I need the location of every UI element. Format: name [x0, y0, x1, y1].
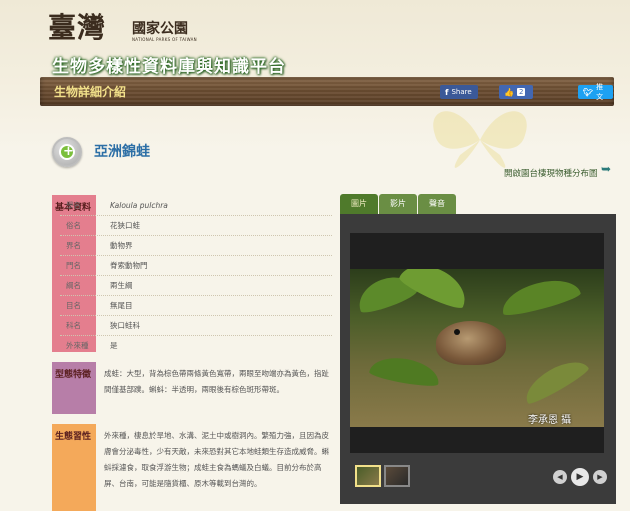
category-ecology: 生態習性: [52, 424, 96, 511]
like-count: 2: [516, 88, 526, 96]
row-value: 脊索動物門: [110, 261, 148, 270]
logo-subtitle: NATIONAL PARKS OF TAIWAN: [132, 37, 197, 42]
slideshow-controls: ◀ ▶ ▶: [553, 468, 607, 486]
row-key: 綱名: [66, 281, 81, 290]
row-value: 兩生綱: [110, 281, 133, 290]
row-key: 門名: [66, 261, 81, 270]
tab-videos[interactable]: 影片: [379, 194, 417, 214]
ecology-text: 外來種，棲息於旱地、水溝、泥土中或樹洞內。繁殖力強，且因為皮膚會分泌毒性，少有天…: [104, 431, 329, 488]
site-logo[interactable]: 臺灣 國家公園 NATIONAL PARKS OF TAIWAN: [48, 6, 248, 48]
section-label: 生物詳細介紹: [54, 85, 127, 99]
morphology-text: 成蛙：大型，背為棕色帶兩條黃色寬帶，兩眼至吻端亦為黃色，指趾間僅基部蹼。蝌蚪：半…: [104, 369, 329, 394]
facebook-share-button[interactable]: f Share: [440, 85, 478, 99]
previous-icon[interactable]: ◀: [553, 470, 567, 484]
row-key: 科名: [66, 321, 81, 330]
basic-row-family: 科名 狹口蛙科: [66, 316, 140, 336]
row-key: 俗名: [66, 221, 81, 230]
category-morphology: 型態特徵: [52, 362, 96, 414]
thumbs-up-icon: 👍: [504, 87, 514, 97]
media-panel: 李承恩 攝 ◀ ▶ ▶: [340, 214, 616, 504]
row-value: 狹口蛙科: [110, 321, 140, 330]
basic-row-scientific-name: 學名 Kaloula pulchra: [66, 196, 168, 216]
thumbnail-1[interactable]: [355, 465, 381, 487]
logo-main-text: 臺灣: [48, 11, 107, 44]
twitter-bird-icon: 🐦︎: [583, 87, 594, 97]
species-photo[interactable]: 李承恩 攝: [350, 269, 604, 427]
media-viewer: 李承恩 攝: [350, 233, 604, 453]
row-key: 外來種: [66, 341, 89, 350]
play-icon[interactable]: ▶: [571, 468, 589, 486]
row-value: Kaloula pulchra: [110, 201, 168, 210]
thumbnail-2[interactable]: [384, 465, 410, 487]
section-header-bar: 生物詳細介紹 f Share 👍 2 🐦︎ 推文: [40, 77, 614, 106]
facebook-share-label: Share: [451, 88, 472, 96]
row-key: 目名: [66, 301, 81, 310]
basic-row-common-name: 俗名 花狹口蛙: [66, 216, 140, 236]
basic-row-phylum: 門名 脊索動物門: [66, 256, 148, 276]
tab-photos[interactable]: 圖片: [340, 194, 378, 214]
species-title: 亞洲錦蛙: [94, 144, 150, 160]
basic-row-kingdom: 界名 動物界: [66, 236, 133, 256]
map-marker-icon[interactable]: ➥: [601, 162, 613, 176]
thumbnail-strip: [355, 465, 410, 487]
facebook-icon: f: [445, 87, 449, 97]
tweet-label: 推文: [596, 83, 604, 101]
logo-side-text: 國家公園: [132, 21, 188, 37]
row-value: 花狹口蛙: [110, 221, 140, 230]
row-key: 界名: [66, 241, 81, 250]
site-title: 生物多樣性資料庫與知識平台: [52, 57, 286, 77]
distribution-map-link[interactable]: 開啟園台棲現物種分布圖: [504, 167, 598, 179]
basic-row-order: 目名 無尾目: [66, 296, 133, 316]
row-value: 動物界: [110, 241, 133, 250]
tweet-button[interactable]: 🐦︎ 推文: [578, 83, 613, 101]
row-value: 是: [110, 341, 118, 350]
frog-figure: [436, 321, 506, 365]
basic-row-class: 綱名 兩生綱: [66, 276, 133, 296]
facebook-like-button[interactable]: 👍 2: [499, 85, 533, 99]
magnifier-icon: +: [52, 137, 82, 167]
next-icon[interactable]: ▶: [593, 470, 607, 484]
row-key: 學名: [66, 201, 81, 210]
tab-sounds[interactable]: 聲音: [418, 194, 456, 214]
row-value: 無尾目: [110, 301, 133, 310]
basic-row-alien-species: 外來種 是: [66, 336, 118, 356]
photo-credit: 李承恩 攝: [528, 415, 572, 426]
